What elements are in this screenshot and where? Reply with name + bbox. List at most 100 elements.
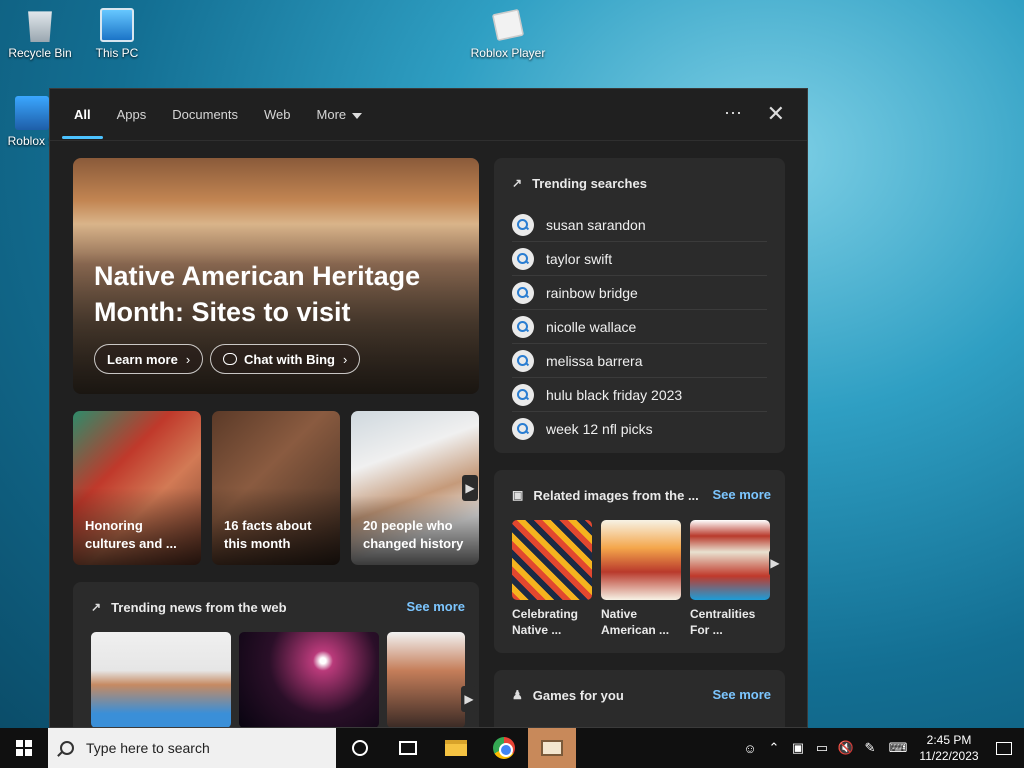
tab-label: All xyxy=(74,107,91,122)
tab-apps[interactable]: Apps xyxy=(117,89,147,141)
next-arrow-button[interactable]: ▶ xyxy=(462,475,478,501)
tab-label: Apps xyxy=(116,107,147,122)
search-icon xyxy=(512,281,534,304)
search-term: susan sarandon xyxy=(546,216,646,233)
people-button[interactable]: ☺ xyxy=(738,728,762,768)
game-piece-icon: ♟ xyxy=(512,688,523,702)
news-thumbnail[interactable] xyxy=(91,632,231,727)
chevron-right-icon: ▶ xyxy=(465,481,475,495)
chat-with-bing-button[interactable]: Chat with Bing › xyxy=(210,344,361,374)
cortana-button[interactable] xyxy=(336,728,384,768)
tab-documents[interactable]: Documents xyxy=(172,89,238,141)
chat-bubble-icon xyxy=(223,353,237,365)
next-arrow-button[interactable]: ▶ xyxy=(461,686,477,712)
tray-app-button[interactable]: ▣ xyxy=(786,728,810,768)
hero-card[interactable]: Native American Heritage Month: Sites to… xyxy=(73,158,479,394)
desktop-icon-label: Recycle Bin xyxy=(8,46,72,60)
search-term: rainbow bridge xyxy=(546,284,638,301)
image-icon: ▣ xyxy=(512,488,524,502)
desktop-icon-roblox-player[interactable]: Roblox Player xyxy=(468,8,548,60)
chevron-up-icon: ⌃ xyxy=(768,740,780,755)
see-more-link[interactable]: See more xyxy=(712,687,771,702)
trending-search-item[interactable]: melissa barrera xyxy=(512,344,767,378)
see-more-link[interactable]: See more xyxy=(712,487,771,502)
section-title: Trending searches xyxy=(532,175,647,191)
trending-searches-list: susan sarandon taylor swift rainbow brid… xyxy=(512,208,767,446)
task-view-button[interactable] xyxy=(384,728,432,768)
news-thumbnail[interactable] xyxy=(387,632,465,727)
tray-app-icon: ▣ xyxy=(791,740,805,755)
related-image-item[interactable]: Celebrating Native ... xyxy=(512,520,592,638)
related-image xyxy=(690,520,770,600)
notification-icon xyxy=(996,741,1012,755)
search-panel: All Apps Documents Web More ⋯ ✕ Native A… xyxy=(49,88,808,728)
clock[interactable]: 2:45 PM 11/22/2023 xyxy=(914,732,984,764)
chrome-button[interactable] xyxy=(480,728,528,768)
windows-logo-icon xyxy=(16,740,32,756)
see-more-link[interactable]: See more xyxy=(406,599,465,614)
related-image xyxy=(601,520,681,600)
taskbar-search-box[interactable]: Type here to search xyxy=(48,728,336,768)
related-images-list: Celebrating Native ... Native American .… xyxy=(512,520,770,638)
left-column: Native American Heritage Month: Sites to… xyxy=(73,158,479,727)
trending-search-item[interactable]: taylor swift xyxy=(512,242,767,276)
tab-more[interactable]: More xyxy=(317,89,363,141)
related-image-item[interactable]: Native American ... xyxy=(601,520,681,638)
story-cards: Honoring cultures and ... 16 facts about… xyxy=(73,411,479,565)
desktop-icon-recycle-bin[interactable]: Recycle Bin xyxy=(0,8,80,60)
file-explorer-button[interactable] xyxy=(432,728,480,768)
pen-button[interactable]: ✎ xyxy=(858,728,882,768)
close-button[interactable]: ✕ xyxy=(767,101,785,127)
active-app-button[interactable] xyxy=(528,728,576,768)
keyboard-button[interactable]: ⌨ xyxy=(882,728,914,768)
date: 11/22/2023 xyxy=(919,749,979,763)
desktop-icon-this-pc[interactable]: This PC xyxy=(77,8,157,60)
tab-web[interactable]: Web xyxy=(264,89,291,141)
chevron-right-icon: › xyxy=(343,351,348,367)
trending-searches-card: ↗ Trending searches susan sarandon taylo… xyxy=(494,158,785,453)
story-card[interactable]: Honoring cultures and ... xyxy=(73,411,201,565)
volume-muted-icon: 🔇 xyxy=(837,740,855,755)
folder-icon xyxy=(445,740,467,756)
trending-search-item[interactable]: week 12 nfl picks xyxy=(512,412,767,446)
action-center-button[interactable] xyxy=(984,728,1024,768)
task-view-icon xyxy=(399,741,417,755)
trending-search-item[interactable]: susan sarandon xyxy=(512,208,767,242)
trending-search-item[interactable]: nicolle wallace xyxy=(512,310,767,344)
story-card[interactable]: 20 people who changed history xyxy=(351,411,479,565)
chrome-icon xyxy=(493,737,515,759)
image-caption: Centralities For ... xyxy=(690,607,756,637)
pen-icon: ✎ xyxy=(864,740,876,755)
network-button[interactable]: ▭ xyxy=(810,728,834,768)
show-hidden-icons-button[interactable]: ⌃ xyxy=(762,728,786,768)
next-arrow-button[interactable]: ▶ xyxy=(769,550,781,576)
card-caption: 20 people who changed history xyxy=(363,518,464,551)
learn-more-button[interactable]: Learn more › xyxy=(94,344,204,374)
search-term: week 12 nfl picks xyxy=(546,421,653,437)
related-image-item[interactable]: Centralities For ... xyxy=(690,520,770,638)
desktop-icon-label: Roblox Player xyxy=(470,46,546,60)
more-options-button[interactable]: ⋯ xyxy=(724,103,743,124)
news-thumbnail[interactable] xyxy=(239,632,379,727)
trend-arrow-icon: ↗ xyxy=(91,600,102,614)
search-icon xyxy=(512,349,534,372)
trending-search-item[interactable]: hulu black friday 2023 xyxy=(512,378,767,412)
search-term: melissa barrera xyxy=(546,352,643,369)
tab-label: Documents xyxy=(172,107,239,122)
search-icon xyxy=(512,315,534,338)
caret-down-icon xyxy=(352,112,363,119)
system-tray: ☺ ⌃ ▣ ▭ 🔇 ✎ ⌨ 2:45 PM 11/22/2023 xyxy=(738,728,1024,768)
card-caption: Honoring cultures and ... xyxy=(85,518,177,551)
desktop-icon-label: This PC xyxy=(95,46,139,60)
tab-all[interactable]: All xyxy=(62,89,102,141)
start-button[interactable] xyxy=(0,728,48,768)
right-column: ↗ Trending searches susan sarandon taylo… xyxy=(494,158,785,727)
roblox-studio-icon xyxy=(15,96,49,130)
search-icon xyxy=(512,213,534,236)
computer-icon xyxy=(100,8,134,42)
story-card[interactable]: 16 facts about this month xyxy=(212,411,340,565)
trending-search-item[interactable]: rainbow bridge xyxy=(512,276,767,310)
search-term: hulu black friday 2023 xyxy=(546,386,683,403)
volume-button[interactable]: 🔇 xyxy=(834,728,858,768)
trending-searches-header: ↗ Trending searches xyxy=(494,158,785,208)
